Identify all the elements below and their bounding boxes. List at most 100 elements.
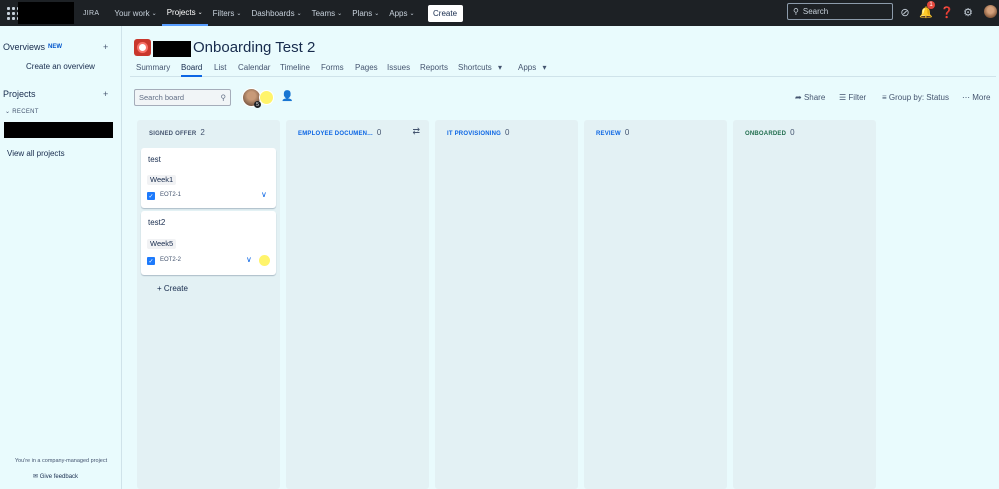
nav-dashboards[interactable]: Dashboards ⌄: [246, 0, 306, 26]
product-name[interactable]: JIRA: [83, 10, 99, 17]
issue-card[interactable]: test2 Week5 ✓ EOT2-2 ∨: [141, 211, 276, 275]
redacted-logo: [18, 2, 74, 24]
chevron-down-icon: ⌄: [197, 9, 203, 16]
add-overview-icon[interactable]: +: [103, 42, 108, 52]
recent-toggle[interactable]: ⌄ RECENT: [5, 108, 39, 115]
board-column-employee-documents: EMPLOYEE DOCUMEN... 0 ⇄: [286, 120, 429, 489]
chevron-down-icon: ⌄: [337, 10, 343, 17]
column-title: IT PROVISIONING: [447, 131, 502, 137]
projects-heading[interactable]: Projects: [3, 89, 36, 99]
column-title: SIGNED OFFER: [149, 131, 197, 137]
priority-low-icon: ∨: [261, 190, 267, 199]
board-column-review: REVIEW 0: [584, 120, 727, 489]
tab-apps[interactable]: Apps ▾: [518, 63, 546, 72]
task-type-icon: ✓: [147, 257, 155, 265]
create-button[interactable]: Create: [427, 4, 463, 22]
create-label: Create: [163, 284, 188, 293]
search-placeholder: Search: [802, 7, 829, 16]
card-label: Week5: [147, 239, 177, 249]
column-header[interactable]: IT PROVISIONING 0: [447, 128, 510, 137]
project-type-note: You're in a company-managed project: [14, 458, 108, 464]
megaphone-icon: ✉: [33, 474, 39, 480]
task-type-icon: ✓: [147, 192, 155, 200]
more-icon: ⋯: [962, 93, 970, 102]
nav-plans[interactable]: Plans ⌄: [347, 0, 384, 26]
nav-teams[interactable]: Teams ⌄: [307, 0, 348, 26]
column-count: 0: [790, 128, 795, 137]
recent-project-redacted[interactable]: [4, 122, 113, 138]
tab-list[interactable]: List: [214, 63, 226, 72]
chevron-down-icon: ⌄: [296, 10, 302, 17]
board-column-signed-offer: SIGNED OFFER 2 test Week1 ✓ EOT2-1 ∨ test…: [137, 120, 280, 489]
priority-low-icon: ∨: [246, 255, 252, 264]
add-people-icon[interactable]: 👤: [281, 91, 293, 102]
chevron-down-icon: ⌄: [151, 10, 157, 17]
column-header[interactable]: EMPLOYEE DOCUMEN... 0: [298, 128, 381, 137]
share-label: Share: [803, 93, 826, 102]
tab-summary[interactable]: Summary: [136, 63, 170, 72]
column-title: REVIEW: [596, 131, 621, 137]
tab-calendar[interactable]: Calendar: [238, 63, 270, 72]
filter-icon: ☰: [839, 93, 847, 102]
filter-button[interactable]: ☰ Filter: [839, 93, 866, 102]
column-title: ONBOARDED: [745, 131, 787, 137]
share-icon: ➦: [795, 93, 802, 102]
group-by-label: Group by: Status: [888, 93, 949, 102]
nav-apps[interactable]: Apps ⌄: [384, 0, 419, 26]
share-button[interactable]: ➦ Share: [795, 93, 825, 102]
chevron-down-icon: ⌄: [5, 109, 11, 115]
search-icon: ⚲: [220, 93, 227, 102]
give-feedback-link[interactable]: ✉ Give feedback: [33, 473, 78, 480]
compass-icon[interactable]: ⊘: [898, 5, 912, 19]
more-button[interactable]: ⋯ More: [962, 93, 990, 102]
project-avatar-icon: [134, 39, 151, 56]
gear-icon[interactable]: ⚙: [961, 5, 975, 19]
add-project-icon[interactable]: +: [103, 89, 108, 99]
tab-pages[interactable]: Pages: [355, 63, 378, 72]
card-title: test: [148, 155, 161, 164]
filter-label: Filter: [848, 93, 867, 102]
view-all-projects-link[interactable]: View all projects: [7, 149, 65, 158]
new-badge: NEW: [48, 44, 62, 50]
collapse-column-icon[interactable]: ⇄: [412, 126, 420, 137]
board-search-input[interactable]: Search board ⚲: [134, 89, 231, 106]
column-header[interactable]: SIGNED OFFER 2: [149, 128, 205, 137]
assignee-avatar[interactable]: [259, 255, 270, 266]
overviews-heading[interactable]: Overviews: [3, 42, 45, 52]
tab-reports[interactable]: Reports: [420, 63, 448, 72]
chevron-down-icon: ⌄: [409, 10, 415, 17]
board-search-placeholder: Search board: [139, 93, 185, 102]
global-search-input[interactable]: ⚲ Search: [787, 3, 893, 20]
nav-label: Projects: [166, 7, 196, 17]
tab-timeline[interactable]: Timeline: [280, 63, 310, 72]
nav-label: Filters: [212, 8, 235, 18]
nav-your-work[interactable]: Your work ⌄: [109, 0, 161, 26]
chevron-down-icon: ▾: [542, 63, 547, 72]
card-key[interactable]: EOT2-1: [160, 192, 181, 198]
create-overview-link[interactable]: Create an overview: [26, 62, 95, 71]
card-label: Week1: [147, 175, 177, 185]
tab-forms[interactable]: Forms: [321, 63, 344, 72]
help-icon[interactable]: ❓: [940, 5, 954, 19]
card-key[interactable]: EOT2-2: [160, 257, 181, 263]
user-avatar[interactable]: [984, 5, 997, 18]
tab-label: Shortcuts: [458, 63, 492, 72]
assignee-avatar-placeholder[interactable]: [259, 90, 274, 105]
tab-shortcuts[interactable]: Shortcuts ▾: [458, 63, 502, 72]
card-title: test2: [148, 218, 166, 227]
nav-label: Plans: [352, 8, 373, 18]
column-count: 0: [376, 128, 382, 137]
nav-projects[interactable]: Projects ⌄: [161, 0, 208, 26]
column-header[interactable]: ONBOARDED 0: [745, 128, 795, 137]
column-count: 2: [200, 128, 206, 137]
create-issue-button[interactable]: + Create: [157, 284, 188, 293]
project-tabs: Summary Board List Calendar Timeline For…: [130, 58, 996, 77]
nav-label: Dashboards: [251, 8, 295, 18]
tab-board[interactable]: Board: [181, 63, 203, 77]
group-by-button[interactable]: ≡ Group by: Status: [882, 93, 949, 102]
nav-label: Your work: [114, 8, 150, 18]
nav-filters[interactable]: Filters ⌄: [208, 0, 247, 26]
column-header[interactable]: REVIEW 0: [596, 128, 630, 137]
issue-card[interactable]: test Week1 ✓ EOT2-1 ∨: [141, 148, 276, 208]
tab-issues[interactable]: Issues: [387, 63, 410, 72]
